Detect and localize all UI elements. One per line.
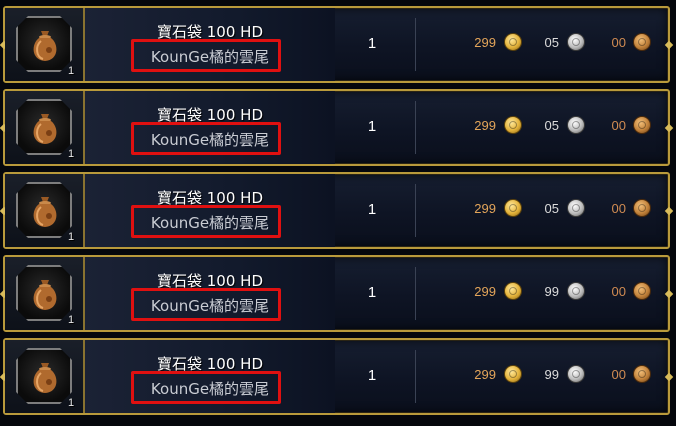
listing-row[interactable]: 1 寶石袋 100 HD KounGe橘的雲尾 1 299 05 00 bbox=[3, 172, 670, 249]
price-gold: 299 bbox=[474, 118, 496, 133]
price-silver: 05 bbox=[544, 201, 559, 216]
listing-count: 1 bbox=[367, 118, 377, 135]
gem-bag-icon bbox=[25, 273, 65, 313]
item-info: 寶石袋 100 HD KounGe橘的雲尾 bbox=[85, 8, 335, 81]
item-quantity-badge: 1 bbox=[68, 314, 75, 326]
price-copper: 00 bbox=[611, 201, 626, 216]
listing-count: 1 bbox=[367, 284, 377, 301]
listing-row[interactable]: 1 寶石袋 100 HD KounGe橘的雲尾 1 299 05 00 bbox=[3, 6, 670, 83]
price-silver: 99 bbox=[544, 284, 559, 299]
price-gold: 299 bbox=[474, 284, 496, 299]
copper-coin-icon bbox=[633, 116, 651, 134]
gold-coin-icon bbox=[504, 33, 522, 51]
gem-bag-icon bbox=[25, 24, 65, 64]
price-cell: 299 05 00 bbox=[416, 174, 668, 247]
item-icon-frame bbox=[16, 265, 72, 321]
gem-bag-icon bbox=[25, 107, 65, 147]
item-slot[interactable]: 1 bbox=[5, 174, 85, 247]
count-cell: 1 bbox=[335, 257, 415, 330]
price-copper: 00 bbox=[611, 118, 626, 133]
seller-highlight-box bbox=[131, 122, 281, 155]
listing-count: 1 bbox=[367, 201, 377, 218]
item-info: 寶石袋 100 HD KounGe橘的雲尾 bbox=[85, 340, 335, 413]
price-silver: 99 bbox=[544, 367, 559, 382]
price-copper: 00 bbox=[611, 35, 626, 50]
seller-highlight-box bbox=[131, 371, 281, 404]
item-icon-frame bbox=[16, 99, 72, 155]
item-icon-frame bbox=[16, 16, 72, 72]
item-slot[interactable]: 1 bbox=[5, 257, 85, 330]
listing-row[interactable]: 1 寶石袋 100 HD KounGe橘的雲尾 1 299 99 00 bbox=[3, 255, 670, 332]
auction-listings: 1 寶石袋 100 HD KounGe橘的雲尾 1 299 05 00 1 寶石… bbox=[0, 0, 676, 426]
item-icon-frame bbox=[16, 182, 72, 238]
silver-coin-icon bbox=[567, 116, 585, 134]
item-quantity-badge: 1 bbox=[68, 231, 75, 243]
silver-coin-icon bbox=[567, 33, 585, 51]
copper-coin-icon bbox=[633, 33, 651, 51]
price-cell: 299 05 00 bbox=[416, 8, 668, 81]
listing-count: 1 bbox=[367, 367, 377, 384]
price-cell: 299 99 00 bbox=[416, 257, 668, 330]
copper-coin-icon bbox=[633, 282, 651, 300]
item-slot[interactable]: 1 bbox=[5, 340, 85, 413]
price-cell: 299 99 00 bbox=[416, 340, 668, 413]
listing-count: 1 bbox=[367, 35, 377, 52]
item-icon-frame bbox=[16, 348, 72, 404]
item-slot[interactable]: 1 bbox=[5, 8, 85, 81]
count-cell: 1 bbox=[335, 174, 415, 247]
price-gold: 299 bbox=[474, 367, 496, 382]
item-slot[interactable]: 1 bbox=[5, 91, 85, 164]
item-info: 寶石袋 100 HD KounGe橘的雲尾 bbox=[85, 174, 335, 247]
copper-coin-icon bbox=[633, 199, 651, 217]
price-gold: 299 bbox=[474, 35, 496, 50]
gold-coin-icon bbox=[504, 365, 522, 383]
gem-bag-icon bbox=[25, 190, 65, 230]
price-cell: 299 05 00 bbox=[416, 91, 668, 164]
count-cell: 1 bbox=[335, 8, 415, 81]
gem-bag-icon bbox=[25, 356, 65, 396]
price-copper: 00 bbox=[611, 367, 626, 382]
price-silver: 05 bbox=[544, 35, 559, 50]
item-info: 寶石袋 100 HD KounGe橘的雲尾 bbox=[85, 257, 335, 330]
item-quantity-badge: 1 bbox=[68, 148, 75, 160]
count-cell: 1 bbox=[335, 340, 415, 413]
silver-coin-icon bbox=[567, 282, 585, 300]
listing-row[interactable]: 1 寶石袋 100 HD KounGe橘的雲尾 1 299 99 00 bbox=[3, 338, 670, 415]
price-copper: 00 bbox=[611, 284, 626, 299]
gold-coin-icon bbox=[504, 199, 522, 217]
price-gold: 299 bbox=[474, 201, 496, 216]
silver-coin-icon bbox=[567, 365, 585, 383]
gold-coin-icon bbox=[504, 282, 522, 300]
listing-row[interactable]: 1 寶石袋 100 HD KounGe橘的雲尾 1 299 05 00 bbox=[3, 89, 670, 166]
count-cell: 1 bbox=[335, 91, 415, 164]
item-quantity-badge: 1 bbox=[68, 65, 75, 77]
silver-coin-icon bbox=[567, 199, 585, 217]
gold-coin-icon bbox=[504, 116, 522, 134]
seller-highlight-box bbox=[131, 39, 281, 72]
price-silver: 05 bbox=[544, 118, 559, 133]
seller-highlight-box bbox=[131, 205, 281, 238]
copper-coin-icon bbox=[633, 365, 651, 383]
seller-highlight-box bbox=[131, 288, 281, 321]
item-quantity-badge: 1 bbox=[68, 397, 75, 409]
item-info: 寶石袋 100 HD KounGe橘的雲尾 bbox=[85, 91, 335, 164]
